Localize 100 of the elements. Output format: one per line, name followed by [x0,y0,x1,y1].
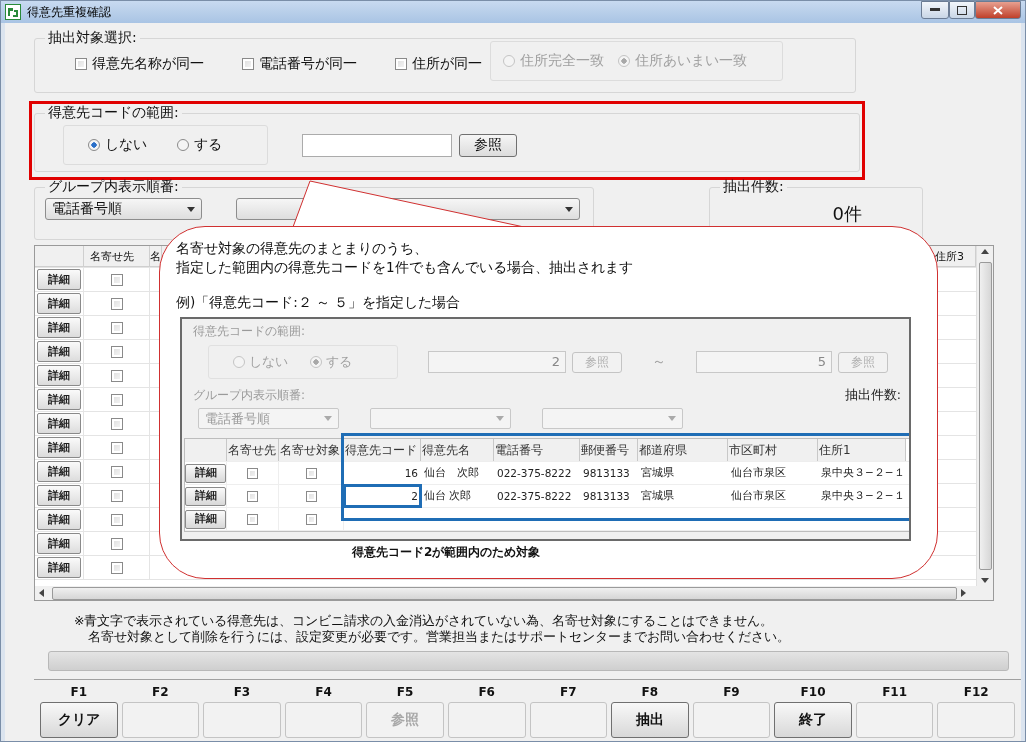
range-from-field: 2 [428,351,566,373]
detail-button[interactable]: 詳細 [185,463,226,483]
checkbox[interactable] [110,537,123,550]
radio-label: する [326,353,352,371]
checkbox[interactable] [247,513,258,525]
detail-button[interactable]: 詳細 [37,389,81,410]
radio-label: しない [105,136,147,154]
checkbox[interactable] [110,297,123,310]
function-key-button[interactable]: 抽出 [611,702,689,738]
detail-button[interactable]: 詳細 [37,365,81,386]
function-key-label: F10 [800,684,826,701]
example-title: 例)「得意先コード:２ ～ ５」を指定した場合 [176,293,462,312]
range-to-field: 5 [696,351,832,373]
checkbox[interactable] [110,561,123,574]
caret-icon [187,206,195,212]
column-header: 市区町村 [728,439,818,461]
table-cell-text: 仙台 次郎 [423,465,480,480]
maximize-button[interactable] [949,1,975,19]
checkbox[interactable] [110,441,123,454]
scroll-left-icon [39,589,44,597]
count-label: 抽出件数: [844,387,901,404]
vertical-scrollbar[interactable] [976,246,993,586]
detail-button[interactable]: 詳細 [185,509,226,529]
table-cell-text: 9813133 [582,489,631,504]
example-caption: 得意先コード2が範囲内のため対象 [352,544,542,561]
caret-icon [496,416,504,421]
scroll-down-icon [981,578,989,583]
detail-button[interactable]: 詳細 [37,317,81,338]
table-cell-text: 泉中央３−２−１ [820,465,906,480]
column-header: 得意先コード [344,439,421,461]
radio-label: 住所完全一致 [520,52,604,70]
detail-button[interactable]: 詳細 [37,293,81,314]
radio-label: 住所あいまい一致 [635,52,747,70]
detail-button[interactable]: 詳細 [37,269,81,290]
checkbox[interactable] [110,513,123,526]
group-label: グループ内表示順番: [192,387,307,404]
radio-button[interactable] [88,139,100,151]
callout-text: 指定した範囲内の得意先コードを1件でも含んでいる場合、抽出されます [176,258,634,277]
column-header: 名寄せ先 [227,439,279,461]
function-key-label: F9 [723,684,740,701]
checkbox[interactable] [305,513,317,525]
table-cell-text: 仙台市泉区 [730,465,787,480]
detail-button[interactable]: 詳細 [37,341,81,362]
checkbox-label: 得意先名称が同一 [92,55,204,73]
checkbox[interactable] [110,393,123,406]
function-key-label: F11 [882,684,908,701]
checkbox[interactable] [110,369,123,382]
function-key-label: F6 [478,684,495,701]
close-icon [993,5,1003,15]
checkbox[interactable] [247,467,258,479]
detail-button[interactable]: 詳細 [37,557,81,578]
column-header[interactable]: 名 [150,246,162,267]
note-text: ※青文字で表示されている得意先は、コンビニ請求の入金消込がされていない為、名寄せ対象にすることはできません。 [74,613,775,629]
checkbox[interactable] [247,490,258,502]
column-header: 電話番号 [494,439,580,461]
detail-button[interactable]: 詳細 [37,437,81,458]
group-label: グループ内表示順番: [47,178,180,196]
code-input-field[interactable] [302,133,452,157]
checkbox[interactable] [110,345,123,358]
detail-button[interactable]: 詳細 [185,486,226,506]
horizontal-scrollbar[interactable] [35,586,993,600]
detail-button[interactable]: 詳細 [37,509,81,530]
detail-button[interactable]: 詳細 [37,413,81,434]
detail-button[interactable]: 詳細 [37,485,81,506]
group-label: 得意先コードの範囲: [192,323,307,340]
checkbox[interactable] [110,417,123,430]
checkbox[interactable] [305,490,317,502]
radio-button[interactable] [177,139,189,151]
column-header[interactable]: 名寄せ先 [84,246,150,267]
checkbox[interactable] [110,273,123,286]
tilde-text: ～ [652,353,666,371]
caret-icon [668,416,676,421]
column-header: 名寄せ対象 [279,439,344,461]
browse-button[interactable]: 参照 [459,133,517,157]
function-key-button[interactable]: 終了 [774,702,852,738]
function-key-label: F3 [233,684,251,701]
close-button[interactable] [975,1,1021,19]
checkbox-label: 電話番号が同一 [259,55,357,73]
checkbox[interactable] [110,321,123,334]
checkbox[interactable] [305,467,317,479]
scroll-right-icon [961,589,966,597]
order-dropdown[interactable]: 電話番号順 [45,198,202,220]
function-key-label: F8 [641,684,659,701]
detail-button[interactable]: 詳細 [37,461,81,482]
checkbox[interactable] [110,489,123,502]
detail-button[interactable]: 詳細 [37,533,81,554]
checkbox[interactable] [75,58,87,70]
column-header: 郵便番号 [580,439,638,461]
minimize-button[interactable] [921,1,949,19]
table-cell-text: 泉中央３−２−１ [820,488,906,503]
count-value: 0件 [832,202,862,226]
column-header: 都道府県 [638,439,728,461]
checkbox[interactable] [110,465,123,478]
table-cell-text: 仙台市泉区 [730,488,787,503]
checkbox[interactable] [395,58,407,70]
table-cell-text: 宮城県 [640,465,675,480]
note-text: 名寄せ対象として削除を行うには、設定変更が必要です。営業担当またはサポートセンターまでお問い合わせください。 [87,629,791,645]
function-key-button[interactable]: クリア [40,702,118,738]
function-key-label: F12 [963,684,989,701]
checkbox[interactable] [242,58,254,70]
